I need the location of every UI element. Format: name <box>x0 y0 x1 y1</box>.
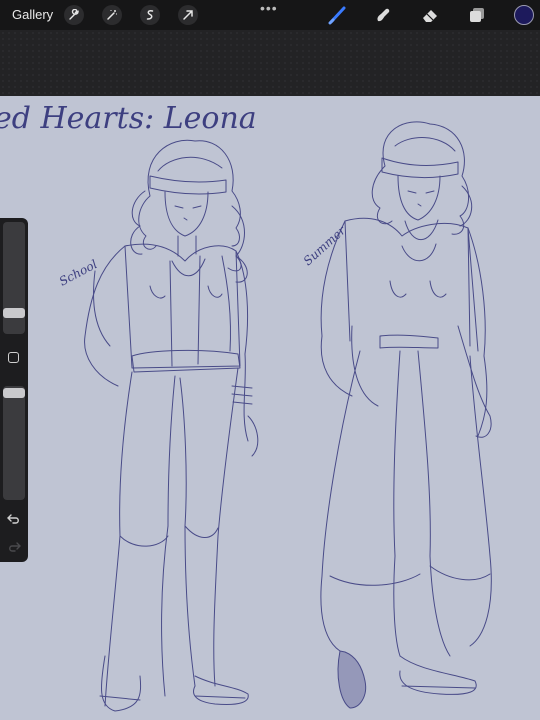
wrench-icon[interactable] <box>64 5 84 25</box>
transform-arrow-icon[interactable] <box>178 5 198 25</box>
brush-sidebar <box>0 218 28 562</box>
smudge-icon[interactable] <box>372 4 394 26</box>
sketch-artwork: ed Hearts: Leona School Summer <box>0 101 492 712</box>
selection-icon[interactable] <box>140 5 160 25</box>
brush-icon[interactable] <box>327 4 349 26</box>
opacity-slider[interactable] <box>3 386 25 500</box>
drawing-canvas[interactable]: ed Hearts: Leona School Summer <box>0 96 540 720</box>
label-school-text: School <box>57 257 100 289</box>
more-options-button[interactable]: ••• <box>260 0 278 16</box>
canvas-margin <box>0 30 540 96</box>
gallery-button[interactable]: Gallery <box>12 7 53 22</box>
brush-size-slider[interactable] <box>3 222 25 334</box>
layers-icon[interactable] <box>466 4 488 26</box>
opacity-thumb[interactable] <box>3 388 25 398</box>
brush-size-thumb[interactable] <box>3 308 25 318</box>
label-summer-text: Summer <box>301 222 350 268</box>
redo-icon[interactable] <box>7 540 21 558</box>
eraser-icon[interactable] <box>419 4 441 26</box>
sketch-title-text: ed Hearts: Leona <box>0 101 257 136</box>
top-toolbar: Gallery ••• <box>0 0 540 30</box>
undo-icon[interactable] <box>7 512 21 530</box>
eyedropper-modify-button[interactable] <box>8 352 19 363</box>
magic-wand-icon[interactable] <box>102 5 122 25</box>
color-swatch[interactable] <box>514 5 534 25</box>
